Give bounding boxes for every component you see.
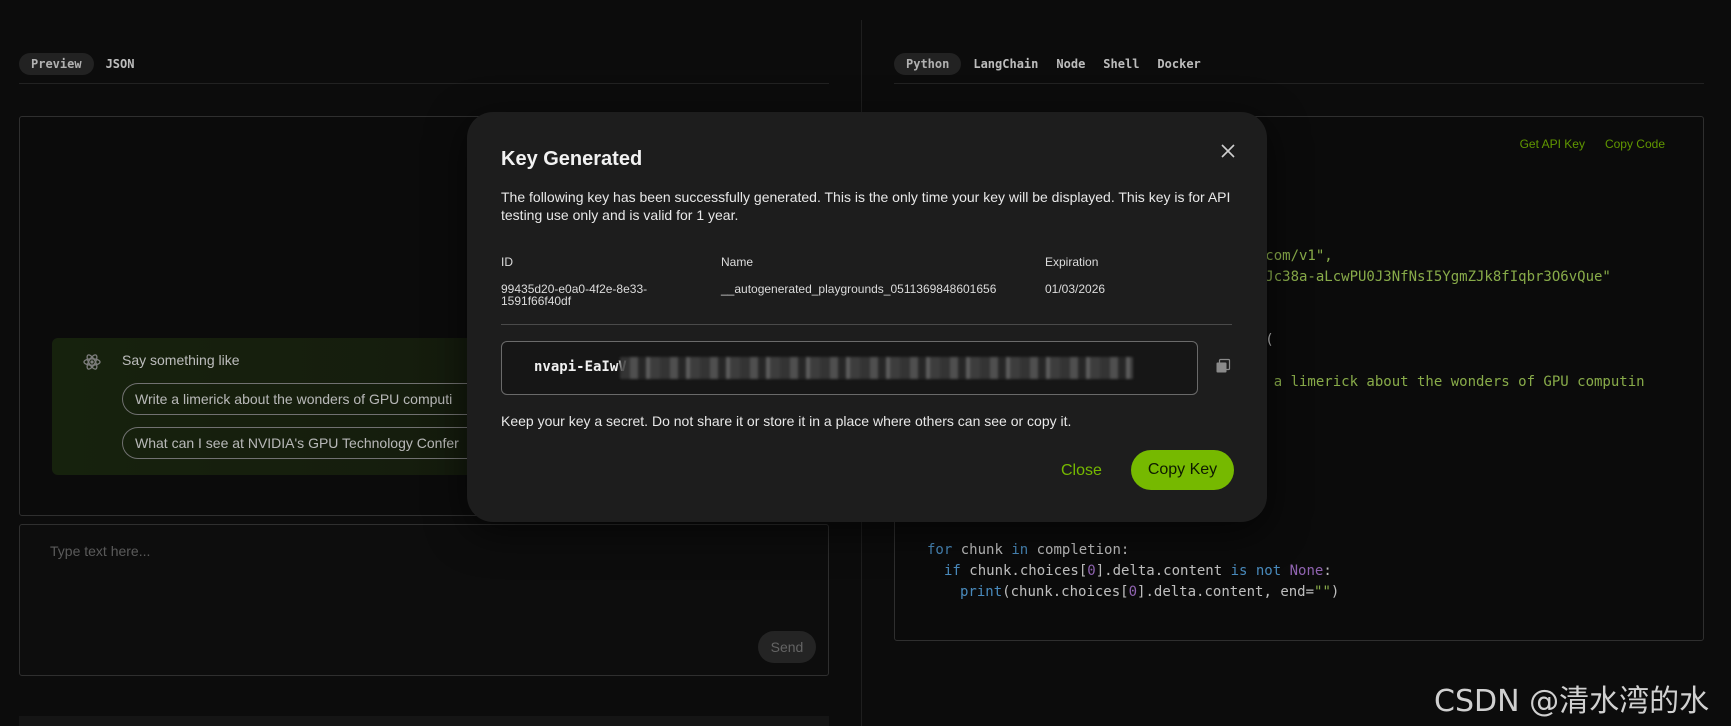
api-key-text: nvapi-EaIwV	[534, 359, 627, 375]
copy-key-button[interactable]: Copy Key	[1131, 450, 1234, 490]
expiration-header: Expiration	[1045, 255, 1099, 269]
key-id-line2: 1591f66f40df	[501, 294, 572, 308]
id-header: ID	[501, 255, 513, 269]
copy-icon[interactable]	[1215, 358, 1231, 374]
key-warning: Keep your key a secret. Do not share it …	[501, 413, 1072, 429]
key-generated-modal: Key Generated The following key has been…	[467, 112, 1267, 522]
close-button[interactable]: Close	[1061, 452, 1102, 490]
modal-title: Key Generated	[501, 148, 643, 170]
key-expiration-value: 01/03/2026	[1045, 282, 1106, 296]
key-id-value: 99435d20-e0a0-4f2e-8e33- 1591f66f40df	[501, 283, 647, 307]
modal-description: The following key has been successfully …	[501, 189, 1231, 223]
close-icon[interactable]	[1219, 142, 1237, 160]
name-header: Name	[721, 255, 754, 269]
key-name-value: __autogenerated_playgrounds_051136984860…	[721, 282, 997, 296]
api-key-redaction	[620, 357, 1133, 379]
modal-divider	[501, 324, 1232, 325]
watermark: CSDN @清水湾的水	[1434, 684, 1710, 719]
api-key-field[interactable]: nvapi-EaIwV	[501, 341, 1198, 395]
